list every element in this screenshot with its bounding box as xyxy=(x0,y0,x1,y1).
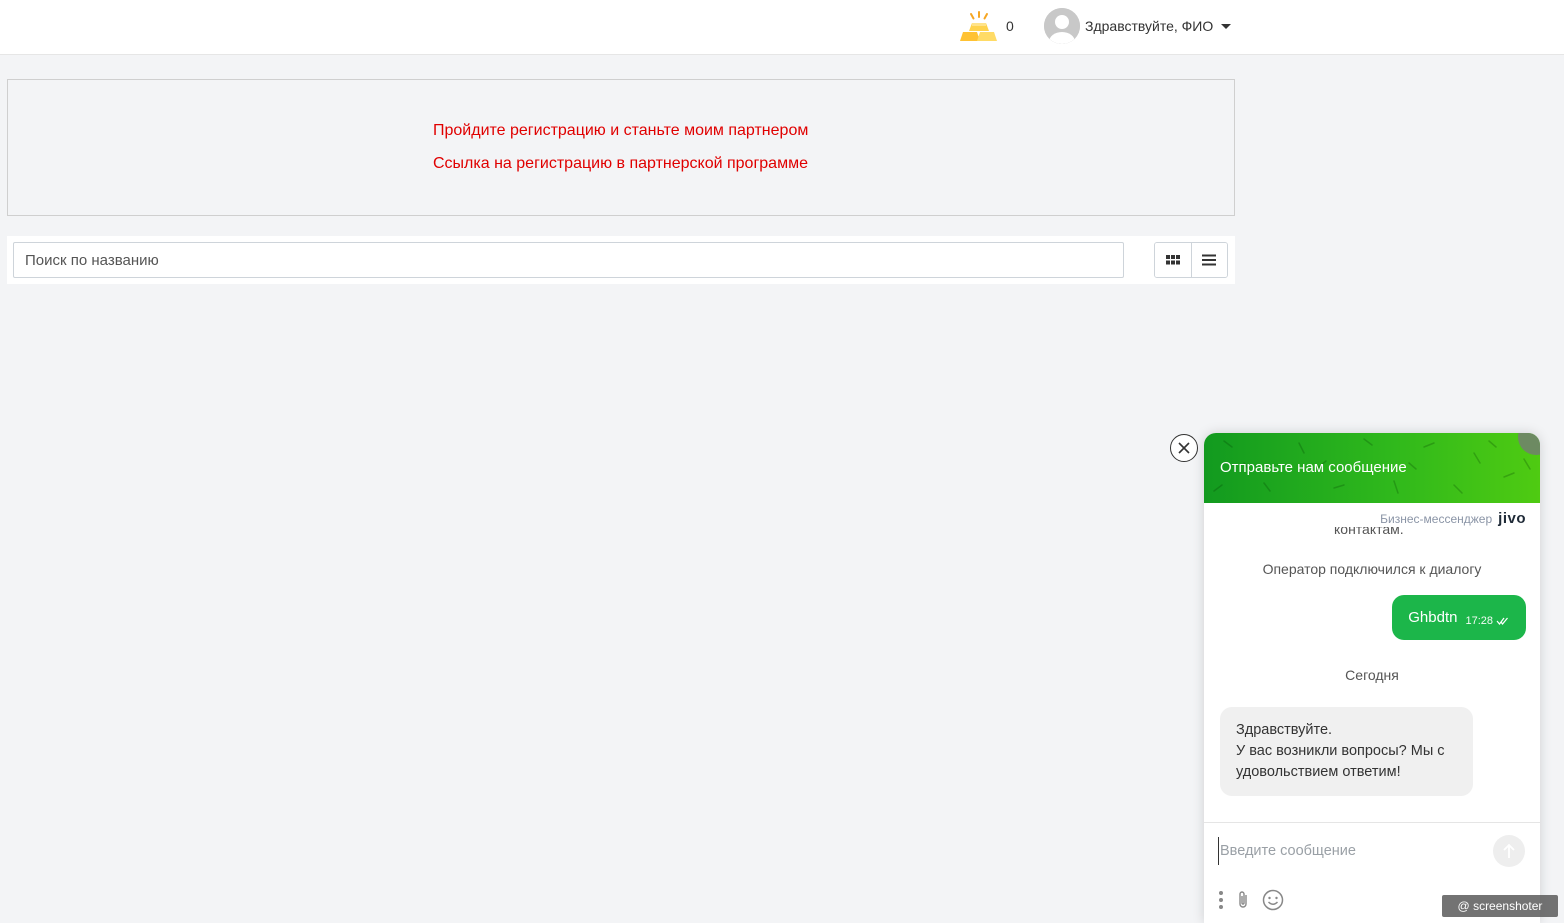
more-vertical-icon xyxy=(1219,891,1223,909)
partner-register-link[interactable]: Пройдите регистрацию и станьте моим парт… xyxy=(433,122,808,140)
emoji-button[interactable] xyxy=(1262,889,1284,911)
user-greeting: Здравствуйте, ФИО xyxy=(1085,18,1214,34)
incoming-message-line: У вас возникли вопросы? Мы с удовольстви… xyxy=(1236,743,1445,780)
chat-widget: Отправьте нам сообщение Бизнес-мессендже… xyxy=(1204,433,1540,923)
list-view-icon xyxy=(1202,254,1217,266)
close-icon xyxy=(1178,442,1190,454)
brand-text: Бизнес-мессенджер xyxy=(1380,511,1493,526)
chat-close-button[interactable] xyxy=(1170,434,1198,462)
paperclip-icon xyxy=(1239,891,1247,908)
chat-tools xyxy=(1218,889,1296,911)
smile-icon xyxy=(1262,889,1284,911)
chat-title: Отправьте нам сообщение xyxy=(1220,459,1407,476)
screenshoter-watermark: @ screenshoter xyxy=(1442,895,1558,917)
chat-header: Отправьте нам сообщение xyxy=(1204,433,1540,503)
view-toggle xyxy=(1154,242,1228,278)
operator-joined-notice: Оператор подключился к диалогу xyxy=(1262,561,1482,577)
date-separator: Сегодня xyxy=(1345,667,1399,683)
jivo-logo[interactable]: jivo xyxy=(1498,510,1526,527)
double-check-icon xyxy=(1496,617,1508,625)
grid-view-button[interactable] xyxy=(1155,243,1191,277)
grid-view-icon xyxy=(1165,255,1180,265)
incoming-message: Здравствуйте. У вас возникли вопросы? Мы… xyxy=(1220,707,1473,796)
chevron-down-icon xyxy=(1221,23,1232,29)
chat-branding: Бизнес-мессенджер jivo xyxy=(1380,510,1526,527)
partner-program-link[interactable]: Ссылка на регистрацию в партнерской прог… xyxy=(433,155,808,173)
more-options-button[interactable] xyxy=(1218,890,1224,910)
user-avatar-icon xyxy=(1044,8,1080,44)
gold-bars-icon[interactable] xyxy=(958,10,1000,44)
chat-message-input[interactable] xyxy=(1218,837,1482,865)
attach-button[interactable] xyxy=(1236,890,1250,910)
top-navbar: 0 Здравствуйте, ФИО xyxy=(0,0,1564,55)
arrow-up-icon xyxy=(1503,843,1515,858)
chat-divider xyxy=(1204,822,1540,823)
search-input[interactable] xyxy=(13,242,1124,278)
search-toolbar xyxy=(7,236,1235,284)
incoming-message-line: Здравствуйте. xyxy=(1236,722,1333,738)
list-view-button[interactable] xyxy=(1190,243,1227,277)
outgoing-message-time: 17:28 xyxy=(1465,614,1493,627)
outgoing-message: Ghbdtn 17:28 xyxy=(1392,595,1526,640)
previous-message-fragment: контактам. xyxy=(1334,527,1404,535)
partner-banner: Пройдите регистрацию и станьте моим парт… xyxy=(7,79,1235,216)
user-menu[interactable]: Здравствуйте, ФИО xyxy=(1044,8,1232,44)
outgoing-message-text: Ghbdtn xyxy=(1408,609,1458,626)
gold-count: 0 xyxy=(1006,18,1014,34)
send-button[interactable] xyxy=(1493,835,1525,867)
